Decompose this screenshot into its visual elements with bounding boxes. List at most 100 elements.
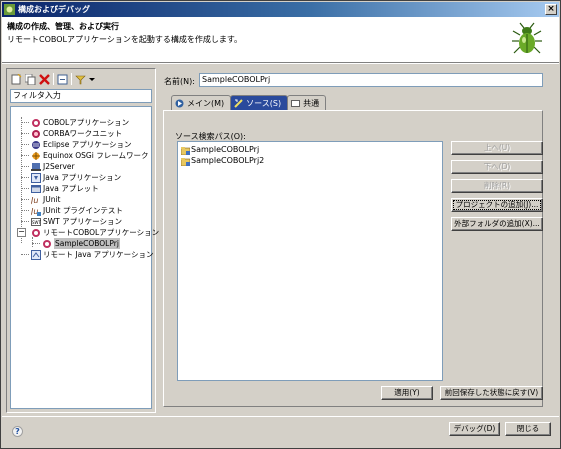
common-tab-icon — [291, 99, 301, 107]
tab-source[interactable]: ソース(S) — [230, 95, 289, 110]
tree-label: Java アプリケーション — [43, 173, 122, 182]
tree-label: Eclipse アプリケーション — [43, 140, 132, 149]
footer-separator — [2, 416, 559, 417]
list-item-label: SampleCOBOLPrj2 — [191, 156, 265, 165]
tree-connector — [21, 117, 22, 243]
debug-app-icon — [4, 4, 15, 15]
tab-common[interactable]: 共通 — [287, 95, 327, 110]
junit-plugin-icon: Ju — [31, 207, 41, 216]
source-tab-icon — [234, 98, 243, 108]
launch-config-dialog: 構成およびデバッグ × 構成の作成、管理、および実行 リモートCOBOLアプリケ… — [0, 0, 561, 449]
list-item[interactable]: SampleCOBOLPrj2 — [181, 156, 264, 166]
tree-branch — [21, 199, 29, 200]
add-external-folder-button[interactable]: 外部フォルダの追加(X)... — [451, 217, 543, 231]
new-config-icon[interactable] — [11, 73, 22, 85]
tree-branch — [21, 144, 29, 145]
filter-icon[interactable] — [75, 74, 86, 85]
tree-branch — [21, 210, 29, 211]
svg-text:SWT: SWT — [32, 220, 41, 225]
tree-branch — [21, 254, 29, 255]
apply-button[interactable]: 適用(Y) — [381, 386, 433, 400]
tree-item-eclipse[interactable]: Eclipse アプリケーション — [31, 139, 132, 150]
move-down-button[interactable]: 下へ(D) — [451, 160, 543, 174]
tree-label: CORBAワークユニット — [43, 129, 123, 138]
move-up-button[interactable]: 上へ(U) — [451, 141, 543, 155]
remote-java-icon — [31, 249, 41, 260]
project-icon — [181, 157, 190, 166]
applet-icon — [31, 184, 41, 193]
tab-label: 共通 — [303, 98, 320, 108]
tree-branch — [21, 177, 29, 178]
remove-button[interactable]: 削除(R) — [451, 179, 543, 193]
config-tree[interactable]: COBOLアプリケーション CORBAワークユニット Eclipse アプリケー… — [10, 106, 159, 409]
add-project-button[interactable]: プロジェクトの追加(J)... — [451, 198, 543, 212]
tree-branch — [21, 188, 29, 189]
corba-icon — [32, 129, 40, 138]
tree-branch — [21, 166, 29, 167]
remote-cobol-icon — [32, 228, 40, 237]
window-title: 構成およびデバッグ — [18, 5, 90, 14]
tree-label: Java アプレット — [43, 184, 99, 193]
tree-item-applet[interactable]: Java アプレット — [31, 183, 99, 194]
tree-item-remote-cobol[interactable]: リモートCOBOLアプリケーション — [31, 227, 159, 238]
tree-item-java-app[interactable]: Java アプリケーション — [31, 172, 121, 183]
close-window-button[interactable]: × — [545, 4, 557, 15]
junit-icon: Ju — [31, 196, 38, 205]
tree-item-junit-plugin[interactable]: Ju JUnit プラグインテスト — [31, 205, 123, 216]
dialog-header: 構成の作成、管理、および実行 リモートCOBOLアプリケーションを起動する構成を… — [2, 17, 559, 63]
list-item-label: SampleCOBOLPrj — [191, 145, 260, 154]
tree-label: JUnit プラグインテスト — [43, 206, 123, 215]
tree-item-swt[interactable]: SWT SWT アプリケーション — [31, 216, 122, 227]
config-type-pane: フィルタ入力 COBOLアプリケーション CORBAワークユニット Eclips… — [6, 68, 159, 413]
name-field[interactable]: SampleCOBOLPrj — [199, 73, 543, 87]
swt-icon: SWT — [31, 217, 41, 226]
source-path-list[interactable]: SampleCOBOLPrj SampleCOBOLPrj2 — [177, 141, 443, 381]
help-icon[interactable]: ? — [12, 426, 23, 437]
tab-label: メイン(M) — [187, 98, 225, 108]
tree-item-corba[interactable]: CORBAワークユニット — [31, 128, 122, 139]
left-toolbar — [11, 72, 95, 86]
tree-label: SampleCOBOLPrj — [54, 238, 120, 249]
tab-main[interactable]: メイン(M) — [171, 95, 232, 110]
delete-icon[interactable] — [39, 73, 50, 85]
config-icon — [43, 239, 51, 248]
bug-icon — [512, 22, 542, 54]
tree-label: SWT アプリケーション — [43, 217, 122, 226]
tree-label: J2Server — [43, 162, 75, 171]
tree-item-junit[interactable]: Ju JUnit — [31, 194, 60, 205]
tree-label: COBOLアプリケーション — [43, 118, 130, 127]
java-app-icon — [31, 172, 41, 183]
tree-item-cobol-app[interactable]: COBOLアプリケーション — [31, 117, 129, 128]
revert-button[interactable]: 前回保存した状態に戻す(V) — [440, 386, 543, 400]
tree-label: リモートCOBOLアプリケーション — [43, 228, 160, 237]
tree-branch — [21, 155, 29, 156]
tree-item-osgi[interactable]: Equinox OSGi フレームワーク — [31, 150, 149, 161]
list-item[interactable]: SampleCOBOLPrj — [181, 145, 259, 155]
tree-label: リモート Java アプリケーション — [43, 250, 154, 259]
header-title: 構成の作成、管理、および実行 — [7, 22, 119, 31]
config-tabs: メイン(M) ソース(S) 共通 — [171, 95, 327, 110]
tree-branch — [21, 122, 29, 123]
debug-button[interactable]: デバッグ(D) — [449, 422, 500, 436]
chevron-down-icon[interactable] — [89, 74, 95, 85]
project-icon — [181, 146, 190, 155]
collapse-all-icon[interactable] — [57, 74, 68, 85]
collapse-toggle[interactable]: − — [17, 228, 26, 237]
cobol-app-icon — [32, 118, 40, 127]
duplicate-icon[interactable] — [24, 73, 36, 85]
tree-item-remote-java[interactable]: リモート Java アプリケーション — [31, 249, 153, 260]
tree-branch — [21, 133, 29, 134]
main-tab-icon — [175, 99, 184, 107]
svg-text:Ju: Ju — [31, 196, 38, 205]
toolbar-separator-2 — [71, 73, 72, 85]
tab-label: ソース(S) — [246, 98, 282, 108]
toolbar-separator — [53, 73, 54, 85]
tree-item-server[interactable]: J2Server — [31, 161, 75, 172]
tree-item-samplecobolprj[interactable]: SampleCOBOLPrj — [42, 238, 120, 249]
filter-input[interactable]: フィルタ入力 — [10, 89, 152, 103]
server-icon — [31, 162, 41, 171]
close-button[interactable]: 閉じる — [505, 422, 551, 436]
tree-branch — [21, 221, 29, 222]
tree-connector — [32, 237, 33, 247]
tree-branch — [32, 243, 40, 244]
